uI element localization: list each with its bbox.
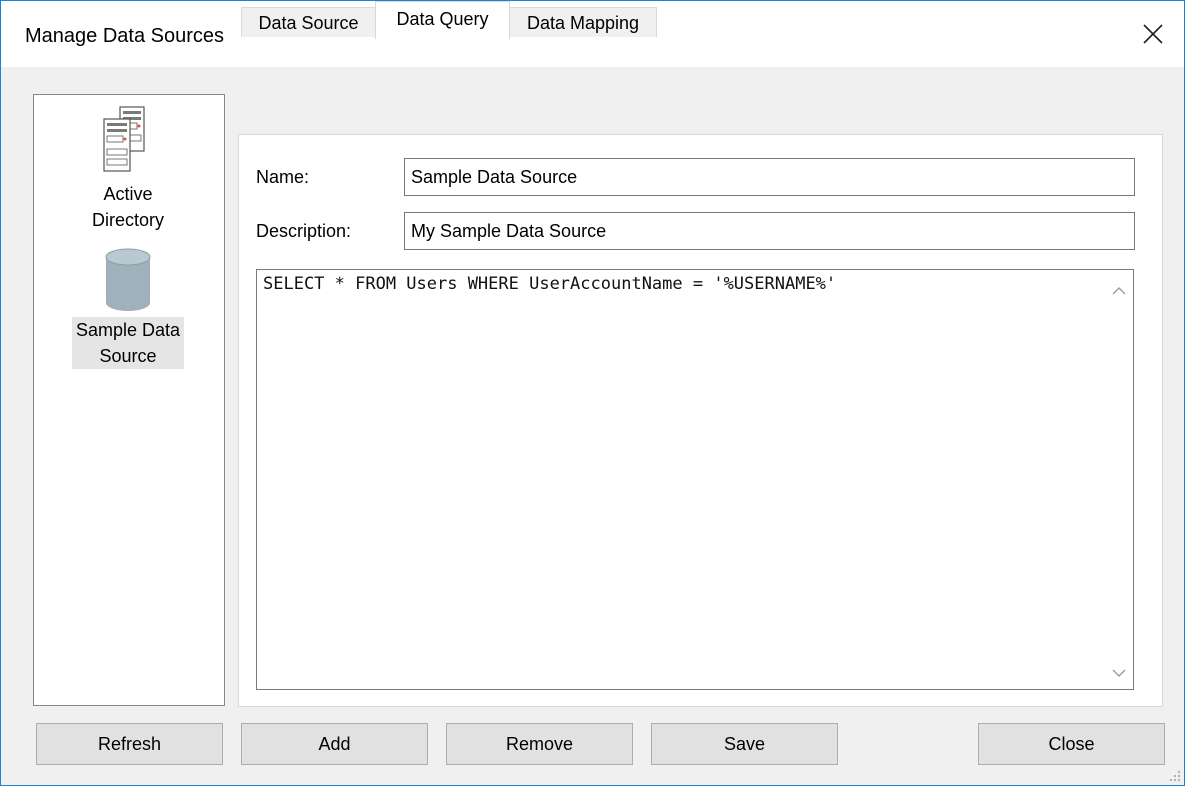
close-button[interactable]: Close [978, 723, 1165, 765]
data-source-list[interactable]: Active Directory Sample Data Source [33, 94, 225, 706]
source-label-line1: Active [103, 184, 153, 204]
close-icon[interactable] [1122, 1, 1184, 67]
scroll-up-icon[interactable] [1105, 276, 1133, 304]
refresh-button[interactable]: Refresh [36, 723, 223, 765]
description-field[interactable]: My Sample Data Source [404, 212, 1135, 250]
database-icon [105, 248, 151, 311]
tab-data-mapping[interactable]: Data Mapping [509, 7, 657, 37]
source-label-line2: Directory [91, 210, 164, 230]
save-button[interactable]: Save [651, 723, 838, 765]
description-label: Description: [256, 221, 352, 241]
query-editor[interactable]: SELECT * FROM Users WHERE UserAccountNam… [256, 269, 1134, 690]
name-label: Name: [256, 167, 310, 187]
source-label-line2: Source [99, 346, 157, 366]
resize-grip-icon[interactable] [1169, 770, 1181, 782]
dialog-title: Manage Data Sources [25, 25, 225, 47]
tab-data-query[interactable]: Data Query [375, 1, 510, 39]
add-button[interactable]: Add [241, 723, 428, 765]
tab-data-source[interactable]: Data Source [241, 7, 376, 37]
source-label-line1: Sample Data [75, 320, 181, 340]
selection-highlight: Sample Data Source [71, 317, 185, 369]
source-item-active-directory[interactable]: Active Directory [46, 101, 210, 235]
server-icon [103, 106, 145, 172]
query-text: SELECT * FROM Users WHERE UserAccountNam… [263, 274, 837, 294]
query-scrollbar[interactable] [1105, 270, 1133, 689]
manage-data-sources-dialog: Manage Data Sources Active Directory Sam… [0, 0, 1185, 786]
remove-button[interactable]: Remove [446, 723, 633, 765]
scroll-down-icon[interactable] [1105, 659, 1133, 687]
name-field[interactable]: Sample Data Source [404, 158, 1135, 196]
source-item-sample-data-source[interactable]: Sample Data Source [46, 247, 210, 377]
